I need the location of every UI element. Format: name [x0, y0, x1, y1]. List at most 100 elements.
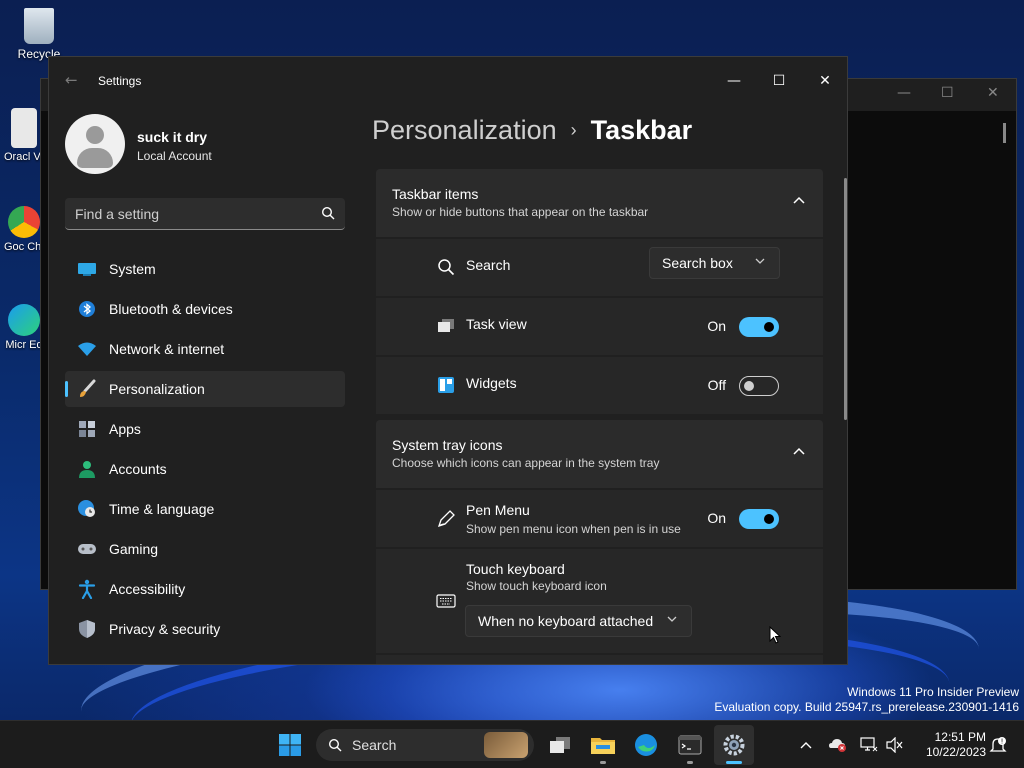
nav-item-system[interactable]: System — [65, 251, 345, 287]
breadcrumb-parent[interactable]: Personalization — [372, 115, 557, 145]
gear-icon — [723, 734, 745, 756]
accessibility-icon — [77, 579, 97, 599]
find-setting-box[interactable] — [65, 198, 345, 230]
taskbar-search-box[interactable]: Search — [316, 729, 534, 761]
user-name: suck it dry — [137, 129, 208, 145]
pen-menu-label: Pen Menu — [466, 502, 530, 518]
windows-logo-icon — [279, 734, 301, 756]
nav-label: Network & internet — [109, 341, 225, 357]
section-title: Taskbar items — [392, 186, 479, 202]
globe-clock-icon — [77, 499, 97, 519]
nav-item-privacy-security[interactable]: Privacy & security — [65, 611, 345, 647]
task-view-icon — [436, 316, 456, 336]
chevron-up-icon[interactable] — [793, 447, 805, 455]
onedrive-status-button[interactable] — [828, 735, 848, 755]
touch-keyboard-value: When no keyboard attached — [478, 613, 654, 629]
nav-label: Time & language — [109, 501, 215, 517]
nav-item-personalization[interactable]: Personalization — [65, 371, 345, 407]
settings-taskbar-button[interactable] — [714, 725, 754, 765]
volume-button[interactable] — [885, 735, 905, 755]
terminal-close-button[interactable]: ✕ — [987, 85, 999, 101]
system-tray-header[interactable]: System tray icons Choose which icons can… — [376, 420, 823, 488]
svg-text:!: ! — [1001, 738, 1004, 746]
maximize-button[interactable]: ☐ — [756, 65, 802, 97]
desktop-icon-edge[interactable]: Micr Ed — [4, 304, 44, 351]
nav-label: Bluetooth & devices — [109, 301, 233, 317]
nav-item-apps[interactable]: Apps — [65, 411, 345, 447]
breadcrumb-separator: › — [570, 120, 577, 140]
task-view-row: Task view On — [376, 298, 823, 355]
close-button[interactable]: ✕ — [802, 65, 847, 97]
search-mode-dropdown[interactable]: Search box — [649, 247, 780, 279]
section-subtitle: Show or hide buttons that appear on the … — [392, 205, 649, 219]
running-indicator — [600, 761, 606, 764]
file-explorer-button[interactable] — [583, 725, 623, 765]
back-button[interactable]: ← — [65, 71, 78, 89]
pen-menu-row: Pen Menu Show pen menu icon when pen is … — [376, 490, 823, 547]
touch-keyboard-dropdown[interactable]: When no keyboard attached — [465, 605, 692, 637]
taskbar-settings-content: Taskbar items Show or hide buttons that … — [376, 169, 823, 664]
clock-time: 12:51 PM — [934, 730, 986, 744]
chevron-up-icon — [800, 742, 812, 749]
nav-item-accounts[interactable]: Accounts — [65, 451, 345, 487]
desktop-icon-label: Micr Ed — [5, 339, 43, 351]
nav-item-accessibility[interactable]: Accessibility — [65, 571, 345, 607]
section-title: System tray icons — [392, 437, 503, 453]
nav-item-bluetooth[interactable]: Bluetooth & devices — [65, 291, 345, 327]
pen-menu-state: On — [707, 510, 726, 526]
nav-item-time-language[interactable]: Time & language — [65, 491, 345, 527]
active-indicator — [726, 761, 742, 764]
nav-label: Apps — [109, 421, 141, 437]
touch-keyboard-row: Touch keyboard Show touch keyboard icon … — [376, 549, 823, 653]
avatar-head — [86, 126, 104, 144]
nav-item-gaming[interactable]: Gaming — [65, 531, 345, 567]
toggle-knob — [744, 381, 754, 391]
terminal-button[interactable] — [670, 725, 710, 765]
find-setting-input[interactable] — [65, 198, 345, 229]
terminal-scrollbar[interactable] — [1003, 123, 1006, 143]
page-title: Taskbar — [590, 115, 693, 145]
nav-item-network[interactable]: Network & internet — [65, 331, 345, 367]
search-mode-value: Search box — [662, 255, 733, 271]
taskbar-search-label: Search — [352, 737, 397, 753]
task-view-toggle[interactable] — [739, 317, 779, 337]
cloud-error-icon — [829, 739, 846, 752]
chrome-icon — [8, 206, 40, 238]
settings-titlebar[interactable]: ← Settings — ☐ ✕ — [49, 57, 847, 105]
widgets-icon — [436, 375, 456, 395]
terminal-icon — [678, 735, 702, 755]
terminal-maximize-button[interactable]: ☐ — [941, 85, 954, 101]
chevron-up-icon[interactable] — [793, 196, 805, 204]
show-hidden-icons-button[interactable] — [796, 735, 816, 755]
network-status-button[interactable] — [859, 735, 879, 755]
task-view-label: Task view — [466, 316, 527, 332]
desktop-icon-virtualbox[interactable]: Oracl Virtu — [4, 108, 44, 163]
desktop-icon-chrome[interactable]: Goc Chro — [4, 206, 44, 253]
widgets-row: Widgets Off — [376, 357, 823, 414]
taskbar-items-header[interactable]: Taskbar items Show or hide buttons that … — [376, 169, 823, 237]
desktop-icon-recycle-bin[interactable]: Recycle — [9, 8, 69, 61]
edge-button[interactable] — [626, 725, 666, 765]
settings-nav: System Bluetooth & devices Network & int… — [65, 251, 345, 651]
search-icon[interactable] — [321, 206, 335, 220]
system-clock[interactable]: 12:51 PM 10/22/2023 — [912, 730, 986, 760]
account-type: Local Account — [137, 149, 212, 163]
pen-menu-toggle[interactable] — [739, 509, 779, 529]
nav-label: Accounts — [109, 461, 167, 477]
content-scrollbar[interactable] — [844, 178, 847, 420]
avatar[interactable] — [65, 114, 125, 174]
nav-label: Gaming — [109, 541, 159, 557]
desktop-icon-label: Goc Chro — [4, 241, 44, 253]
notifications-button[interactable]: ! — [988, 735, 1008, 755]
start-button[interactable] — [270, 725, 310, 765]
task-view-button[interactable] — [540, 725, 580, 765]
avatar-body — [77, 148, 113, 168]
settings-window[interactable]: ← Settings — ☐ ✕ suck it dry Local Accou… — [48, 56, 848, 665]
section-subtitle: Choose which icons can appear in the sys… — [392, 456, 660, 470]
next-setting-row — [376, 655, 823, 664]
minimize-button[interactable]: — — [711, 65, 757, 97]
search-highlight-image — [484, 732, 528, 758]
terminal-minimize-button[interactable]: — — [897, 85, 911, 101]
widgets-toggle[interactable] — [739, 376, 779, 396]
evaluation-watermark: Windows 11 Pro Insider Preview Evaluatio… — [714, 685, 1019, 715]
